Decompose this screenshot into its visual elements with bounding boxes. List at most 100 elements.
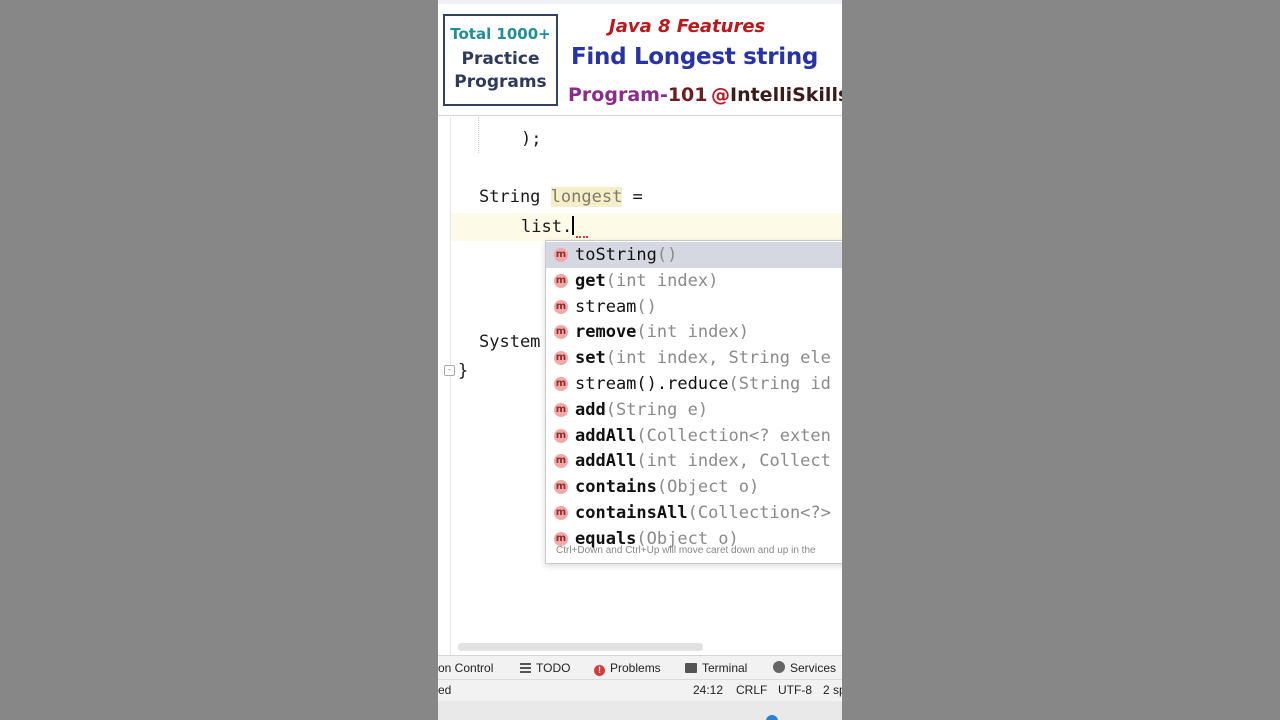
handle-name: IntelliSkills	[730, 84, 842, 106]
badge-practice: Practice	[461, 49, 540, 69]
horizontal-scrollbar[interactable]	[458, 643, 703, 651]
completion-item-label: stream().reduce(String id	[575, 374, 831, 394]
code-line-call: list.	[521, 216, 575, 237]
completion-method-name: get	[575, 270, 606, 291]
completion-item-label: addAll(Collection<? exten	[575, 426, 831, 446]
right-blur-background	[842, 0, 1280, 720]
completion-method-name: set	[575, 348, 606, 369]
error-squiggle	[576, 234, 588, 238]
left-blur-background	[0, 0, 438, 720]
program-number: 101	[667, 84, 708, 106]
method-icon: m	[554, 531, 568, 546]
completion-item[interactable]: m add(String e)	[546, 397, 842, 423]
bottom-edge	[438, 701, 842, 720]
tool-window-bar: on Control TODO ! Problems Terminal Servi…	[438, 655, 842, 679]
completion-method-name: addAll	[575, 451, 637, 472]
tool-todo-label: TODO	[536, 661, 571, 675]
method-icon: m	[554, 480, 568, 495]
code-completion-popup[interactable]: m toString() m get(int index) m stream() m remo…	[545, 240, 842, 564]
method-icon: m	[554, 428, 568, 443]
taskbar-dot-icon	[766, 715, 778, 720]
completion-method-name: stream().reduce	[575, 374, 729, 394]
completion-item-label: toString()	[575, 245, 677, 265]
method-icon: m	[554, 454, 568, 469]
completion-item-label: addAll(int index, Collect	[575, 451, 831, 471]
method-icon: m	[554, 402, 568, 417]
tool-todo[interactable]: TODO	[520, 661, 570, 675]
services-icon	[773, 661, 785, 673]
completion-item-label: remove(int index)	[575, 322, 749, 342]
code-assign: =	[622, 187, 643, 207]
completion-method-name: add	[575, 399, 606, 420]
badge-total: Total 1000+	[450, 25, 551, 43]
program-label-text: Program-	[568, 84, 668, 106]
completion-method-name: toString	[575, 245, 657, 265]
completion-item[interactable]: m containsAll(Collection<?>	[546, 500, 842, 526]
status-indent[interactable]: 2 sp	[823, 683, 842, 697]
method-icon: m	[554, 273, 568, 288]
completion-signature: (int index)	[636, 322, 750, 343]
badge-programs: Programs	[454, 72, 547, 92]
completion-item[interactable]: m remove(int index)	[546, 319, 842, 345]
current-line-highlight	[451, 213, 842, 241]
tool-terminal[interactable]: Terminal	[685, 661, 747, 675]
completion-signature: (int index, Collect	[636, 451, 831, 472]
terminal-icon	[685, 663, 697, 673]
completion-method-name: addAll	[575, 425, 637, 446]
code-line-declaration: String longest =	[479, 187, 643, 207]
video-frame: Total 1000+ Practice Programs Java 8 Fea…	[438, 0, 842, 720]
completion-item[interactable]: m addAll(int index, Collect	[546, 448, 842, 474]
tool-services[interactable]: Services	[773, 661, 836, 675]
method-icon: m	[554, 377, 568, 391]
handle-at: @	[711, 84, 730, 106]
tool-problems[interactable]: ! Problems	[594, 661, 661, 676]
completion-signature: (Collection<? exten	[636, 425, 831, 446]
completion-item[interactable]: m stream()	[546, 294, 842, 320]
completion-signature: (Collection<?>	[687, 503, 831, 523]
completion-item[interactable]: m get(int index)	[546, 268, 842, 294]
todo-list-icon	[520, 663, 531, 673]
problems-error-icon: !	[594, 665, 605, 676]
channel-handle: @IntelliSkills	[711, 84, 842, 106]
completion-signature: (String id	[728, 374, 831, 394]
code-line-brace: }	[458, 361, 469, 381]
practice-badge: Total 1000+ Practice Programs	[443, 14, 558, 106]
completion-hint: Ctrl+Down and Ctrl+Up will move caret do…	[556, 545, 816, 556]
banner-title: Find Longest string	[571, 44, 819, 70]
variable-longest: longest	[550, 187, 623, 207]
completion-method-name: containsAll	[575, 503, 688, 523]
completion-signature: (Object o)	[656, 477, 760, 498]
completion-item-label: set(int index, String ele	[575, 348, 831, 368]
completion-signature: ()	[656, 245, 678, 265]
code-line-close-paren: );	[521, 129, 542, 149]
tool-terminal-label: Terminal	[702, 661, 748, 675]
completion-signature: ()	[636, 296, 657, 317]
completion-item[interactable]: m contains(Object o)	[546, 474, 842, 500]
tool-version-control[interactable]: on Control	[438, 661, 493, 675]
status-line-ending[interactable]: CRLF	[736, 683, 767, 697]
completion-method-name: stream	[575, 296, 637, 317]
completion-item-label: contains(Object o)	[575, 477, 759, 497]
completion-item[interactable]: m stream().reduce(String id	[546, 371, 842, 397]
completion-item[interactable]: m set(int index, String ele	[546, 345, 842, 371]
completion-item[interactable]: m toString()	[546, 242, 842, 268]
completion-signature: (String e)	[605, 399, 709, 420]
status-encoding[interactable]: UTF-8	[778, 683, 812, 697]
completion-signature: (int index, String ele	[605, 348, 831, 369]
completion-item-label: add(String e)	[575, 400, 708, 420]
code-list-call: list.	[521, 217, 573, 237]
program-label: Program-101	[568, 84, 708, 106]
completion-item[interactable]: m addAll(Collection<? exten	[546, 423, 842, 449]
text-caret	[572, 216, 575, 235]
tool-version-control-label: on Control	[438, 661, 494, 675]
completion-signature: (int index)	[605, 270, 719, 291]
indent-guide	[478, 117, 479, 153]
method-icon: m	[554, 299, 568, 314]
code-type: String	[479, 187, 551, 207]
title-banner: Total 1000+ Practice Programs Java 8 Fea…	[438, 0, 842, 116]
fold-marker-icon[interactable]: -	[444, 365, 455, 376]
completion-item-label: stream()	[575, 297, 657, 317]
status-bar: ed 24:12 CRLF UTF-8 2 sp	[438, 679, 842, 701]
tool-problems-label: Problems	[610, 661, 661, 675]
status-caret-position[interactable]: 24:12	[693, 683, 723, 697]
